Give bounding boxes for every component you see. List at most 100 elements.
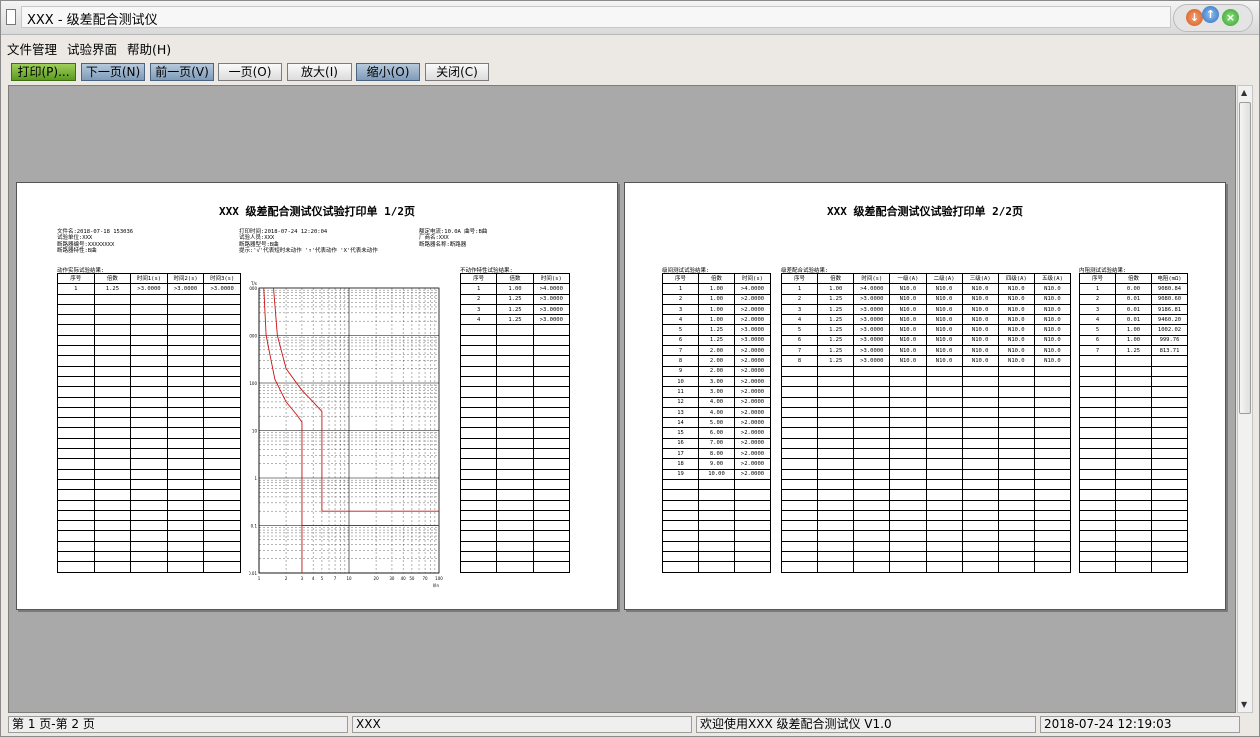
header-cell: 序号 [1079,272,1116,285]
table-cell [997,417,1035,429]
table-cell [853,499,891,511]
table-cell [166,314,205,326]
table-cell [780,561,819,573]
table-cell [459,417,498,429]
toolbar: 打印(P)... 下一页(N) 前一页(V) 一页(O) 放大(I) 缩小(O)… [1,60,1259,84]
zoom-in-button[interactable]: 放大(I) [287,63,352,81]
table-cell [166,509,205,522]
app-icon[interactable] [6,9,16,25]
table-cell [997,375,1035,388]
one-page-button[interactable]: 一页(O) [218,63,282,81]
table-cell [925,520,963,532]
table-cell [1151,540,1188,553]
table-cell [203,406,241,419]
title-bar[interactable]: XXX - 级差配合测试仪 ↓ ↑ × [1,1,1259,35]
table-cell [997,406,1035,419]
print-button[interactable]: 打印(P)... [11,63,76,81]
menu-help[interactable]: 帮助(H) [121,36,175,58]
scroll-thumb[interactable] [1239,102,1251,414]
table-cell [997,530,1035,542]
maximize-icon[interactable]: ↑ [1202,6,1219,23]
prev-page-button[interactable]: 前一页(V) [150,63,214,81]
table-row [57,406,241,419]
table-cell [57,458,95,470]
table-row: 19 10.00 >2.0000 [662,468,771,480]
table-cell [130,386,168,398]
table-cell [853,540,891,553]
table-cell [93,509,132,522]
table-row: 8 1.25 >3.0000 N10.0 N10.0 N10.0 N10.0 N10.0 [780,355,1072,367]
table-cell: 4 [662,314,699,326]
table-cell [496,417,534,429]
table-cell [166,448,205,460]
table-cell: 1.25 [93,283,132,295]
table-row [459,324,571,336]
table-row [459,478,571,491]
table-cell: 2 [780,293,819,305]
table-cell [203,530,241,542]
table-row [57,324,241,336]
table-cell [57,427,95,439]
table-cell [459,375,498,388]
table-cell: >2.0000 [734,386,771,398]
table-cell [203,324,241,336]
table-cell [166,561,205,573]
table-row: 11 3.00 >2.0000 [662,386,771,398]
menu-file[interactable]: 文件管理 [1,36,61,58]
table-cell [1033,561,1072,573]
table-cell [961,386,999,398]
close-preview-button[interactable]: 关闭(C) [425,63,489,81]
table-cell [925,509,963,522]
table-cell: N10.0 [889,293,927,305]
table-cell [57,396,95,408]
table-cell [1151,355,1188,367]
table-cell [57,324,95,336]
table-cell: N10.0 [1033,324,1072,336]
table-cell [780,458,819,470]
next-page-button[interactable]: 下一页(N) [81,63,145,81]
table-cell [496,365,534,377]
header-cell: 时间(s) [734,272,771,285]
table-cell [1115,530,1152,542]
table-cell [734,561,771,573]
table-row: 9 2.00 >2.0000 [662,365,771,377]
table-cell [57,520,95,532]
close-icon[interactable]: × [1222,9,1239,26]
table-cell [853,386,891,398]
table-cell [1033,427,1072,439]
table-row: 2 1.00 >2.0000 [662,293,771,305]
table-row [780,406,1072,419]
table-row [459,375,571,388]
table-cell: 1.25 [698,334,735,347]
table-cell: 11 [662,386,699,398]
table-cell [496,396,534,408]
vertical-scrollbar[interactable]: ▲ ▼ [1237,85,1253,713]
table-cell: N10.0 [1033,345,1072,357]
table-cell [57,478,95,491]
status-company: XXX [352,716,692,733]
table-cell [961,406,999,419]
table-cell: >2.0000 [734,375,771,388]
table-cell [1151,427,1188,439]
scroll-down-icon[interactable]: ▼ [1241,700,1247,709]
table-cell [532,520,571,532]
table-cell [698,499,735,511]
scroll-up-icon[interactable]: ▲ [1241,88,1247,97]
table-row [57,345,241,357]
table-cell [817,417,855,429]
table-header-row: 序号 倍数 时间(s) [662,272,771,285]
table-cell: 7.00 [698,437,735,450]
table-row [1079,406,1188,419]
table-cell: 1 [459,283,498,295]
table-row [57,375,241,388]
zoom-out-button[interactable]: 缩小(O) [356,63,420,81]
table-row: 8 2.00 >2.0000 [662,355,771,367]
minimize-icon[interactable]: ↓ [1186,9,1203,26]
print-preview-area[interactable]: XXX 级差配合测试仪试验打印单 1/2页 文件名:2018-07-18 153… [8,85,1236,713]
table-cell [780,530,819,542]
menu-test[interactable]: 试验界面 [61,36,121,58]
table-cell [166,293,205,305]
table-row: 4 1.25 >3.0000 N10.0 N10.0 N10.0 N10.0 N10.0 [780,314,1072,326]
table-row: 6 1.25 >3.0000 [662,334,771,347]
table-cell [459,355,498,367]
